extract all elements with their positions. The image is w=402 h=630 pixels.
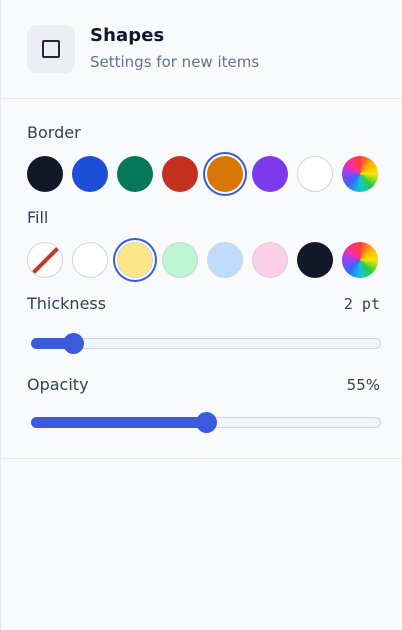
opacity-slider[interactable] — [31, 411, 381, 433]
square-icon — [27, 25, 75, 73]
opacity-label: Opacity — [27, 375, 89, 394]
fill-color-swatches — [27, 242, 379, 278]
fill-swatch-white[interactable] — [72, 242, 108, 278]
fill-swatch-navy[interactable] — [297, 242, 333, 278]
thickness-slider-thumb[interactable] — [63, 333, 84, 354]
panel-title: Shapes — [90, 25, 165, 46]
border-swatch-white[interactable] — [297, 156, 333, 192]
opacity-slider-fill — [31, 417, 206, 428]
border-swatch-navy[interactable] — [27, 156, 63, 192]
border-swatch-purple[interactable] — [252, 156, 288, 192]
thickness-label: Thickness — [27, 294, 107, 313]
border-swatch-blue[interactable] — [72, 156, 108, 192]
border-swatch-green[interactable] — [117, 156, 153, 192]
fill-label: Fill — [27, 208, 49, 227]
panel-header: Shapes Settings for new items — [1, 0, 402, 99]
fill-swatch-yellow[interactable] — [117, 242, 153, 278]
fill-swatch-mint[interactable] — [162, 242, 198, 278]
shape-settings-panel: Shapes Settings for new items Border Fil… — [0, 0, 402, 630]
opacity-value: 55% — [346, 376, 380, 394]
thickness-slider[interactable] — [31, 332, 381, 354]
border-swatch-custom-color-picker[interactable] — [342, 156, 378, 192]
border-swatch-orange[interactable] — [207, 156, 243, 192]
section-divider — [1, 458, 402, 459]
fill-swatch-custom-color-picker[interactable] — [342, 242, 378, 278]
border-color-swatches — [27, 156, 379, 192]
panel-subtitle: Settings for new items — [90, 53, 260, 71]
fill-swatch-pink[interactable] — [252, 242, 288, 278]
fill-swatch-no-fill[interactable] — [27, 242, 63, 278]
opacity-slider-thumb[interactable] — [196, 412, 217, 433]
fill-swatch-light-blue[interactable] — [207, 242, 243, 278]
border-swatch-red[interactable] — [162, 156, 198, 192]
thickness-value: 2 pt — [343, 295, 380, 313]
border-label: Border — [27, 123, 81, 142]
